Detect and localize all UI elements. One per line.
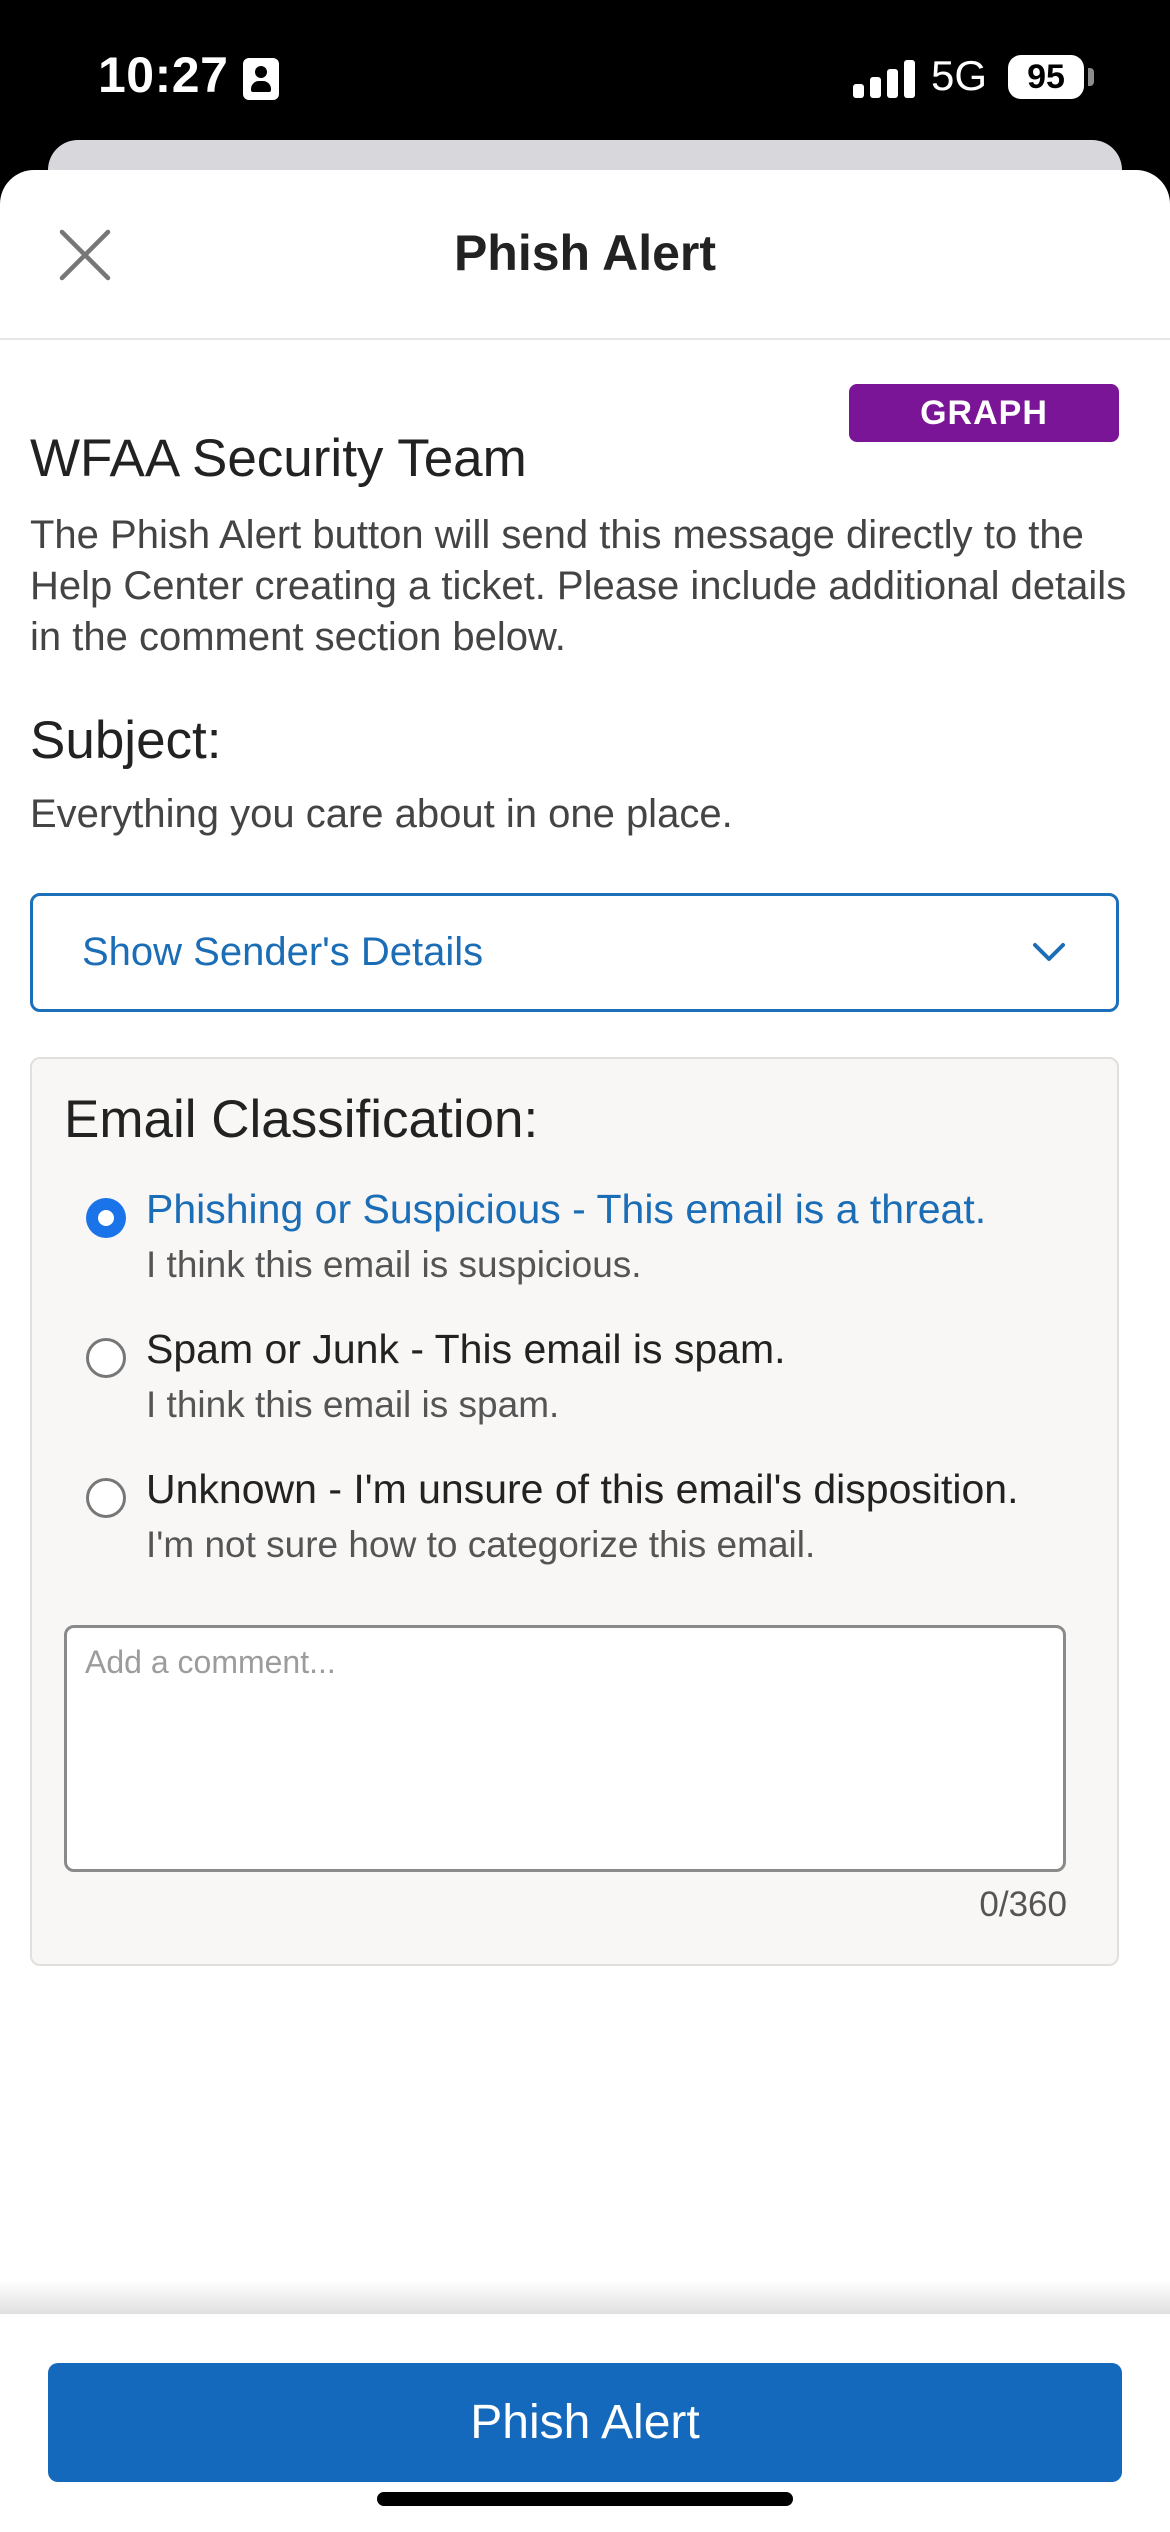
radio-description-phishing: I think this email is suspicious.	[146, 1244, 642, 1285]
comment-input[interactable]	[64, 1625, 1066, 1872]
chevron-down-icon	[1033, 943, 1065, 961]
sender-details-label: Show Sender's Details	[82, 930, 484, 974]
classification-title: Email Classification:	[64, 1090, 539, 1149]
radio-option-phishing[interactable]: Phishing or Suspicious - This email is a…	[32, 1186, 1117, 1306]
radio-option-spam[interactable]: Spam or Junk - This email is spam. I thi…	[32, 1326, 1117, 1446]
radio-label-spam: Spam or Junk - This email is spam.	[146, 1326, 786, 1372]
radio-description-spam: I think this email is spam.	[146, 1384, 560, 1425]
contact-id-icon	[243, 58, 279, 100]
radio-option-unknown[interactable]: Unknown - I'm unsure of this email's dis…	[32, 1466, 1117, 1586]
battery-cap	[1088, 68, 1094, 86]
phish-alert-button[interactable]: Phish Alert	[48, 2363, 1122, 2482]
cellular-signal-icon	[853, 58, 915, 98]
subject-label: Subject:	[30, 711, 222, 770]
home-indicator	[377, 2492, 793, 2506]
radio-label-unknown: Unknown - I'm unsure of this email's dis…	[146, 1466, 1019, 1512]
graph-badge: GRAPH	[849, 384, 1119, 442]
screen: 10:27 5G 95 Phish Alert GRAPH WFAA Secur…	[0, 0, 1170, 2532]
radio-description-unknown: I'm not sure how to categorize this emai…	[146, 1524, 816, 1565]
radio-unselected-icon[interactable]	[86, 1478, 126, 1518]
org-name: WFAA Security Team	[30, 429, 527, 488]
subject-value: Everything you care about in one place.	[30, 792, 733, 836]
radio-unselected-icon[interactable]	[86, 1338, 126, 1378]
battery-icon: 95	[1008, 55, 1084, 99]
sheet-content: GRAPH WFAA Security Team The Phish Alert…	[0, 170, 1170, 2532]
email-classification-panel: Email Classification: Phishing or Suspic…	[30, 1057, 1119, 1966]
show-sender-details-dropdown[interactable]: Show Sender's Details	[30, 893, 1119, 1012]
network-type: 5G	[931, 52, 988, 99]
status-time: 10:27	[98, 47, 229, 103]
radio-label-phishing: Phishing or Suspicious - This email is a…	[146, 1186, 987, 1232]
description-text: The Phish Alert button will send this me…	[30, 513, 1127, 659]
phish-alert-sheet: Phish Alert GRAPH WFAA Security Team The…	[0, 170, 1170, 2532]
status-bar: 10:27 5G 95	[0, 0, 1170, 150]
radio-selected-icon[interactable]	[86, 1198, 126, 1238]
comment-char-count: 0/360	[979, 1885, 1067, 1924]
